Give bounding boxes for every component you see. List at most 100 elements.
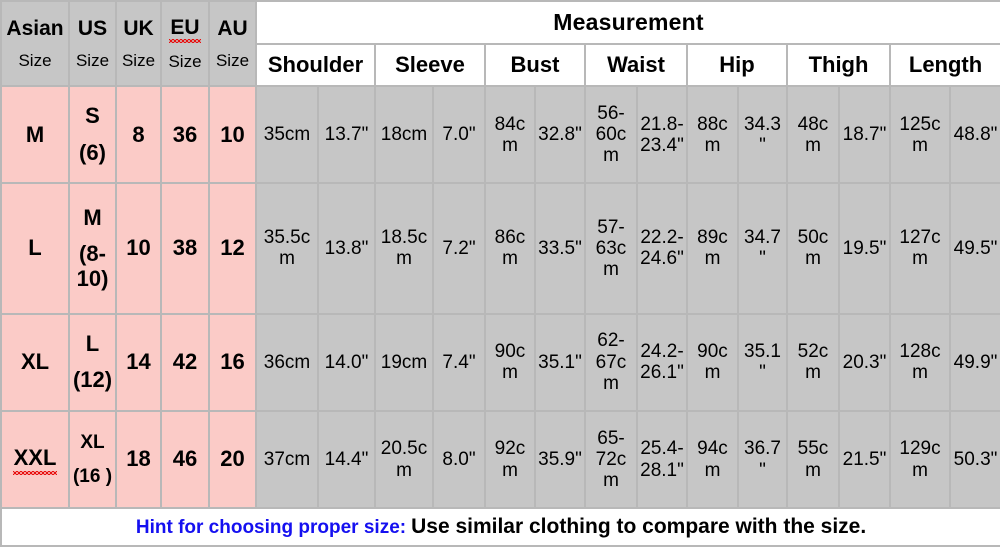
header-us-sub: Size <box>75 51 110 71</box>
header-asian-sub: Size <box>18 51 52 71</box>
cell-length-cm: 125cm <box>889 85 951 185</box>
spellcheck-underline-eu: EU <box>169 16 201 43</box>
cell-eu-size: 38 <box>160 182 210 315</box>
cell-length-in: 48.8" <box>948 85 1000 185</box>
cell-sleeve-cm: 18cm <box>374 85 434 185</box>
cell-au-size: 16 <box>208 312 257 412</box>
table-row: M S (6) 8 36 10 35cm 13.7" 18cm 7.0" 84c… <box>0 85 1000 185</box>
cell-thigh-in: 18.7" <box>838 85 891 185</box>
footer-row: Hint for choosing proper size: Use simila… <box>0 507 1000 547</box>
cell-us-size-line2: (16 ) <box>72 465 113 487</box>
header-eu-size: EU Size <box>160 0 210 88</box>
cell-waist-cm: 57-63cm <box>584 182 638 315</box>
cell-bust-in: 35.1" <box>534 312 586 412</box>
cell-us-size-line1: M <box>83 204 102 230</box>
cell-length-in: 49.9" <box>948 312 1000 412</box>
cell-length-in: 49.5" <box>948 182 1000 315</box>
cell-shoulder-cm: 35cm <box>255 85 319 185</box>
cell-thigh-cm: 48cm <box>786 85 840 185</box>
hint-banner: Hint for choosing proper size: Use simila… <box>0 507 1000 547</box>
cell-uk-size: 8 <box>115 85 162 185</box>
cell-us-size: L (12) <box>68 312 117 412</box>
cell-us-size-line1: S <box>85 103 100 129</box>
cell-thigh-cm: 55cm <box>786 409 840 510</box>
hint-label: Hint for choosing proper size: <box>135 517 407 539</box>
cell-hip-in: 34.7" <box>737 182 788 315</box>
cell-asian-size: XXL <box>0 409 70 510</box>
cell-waist-in: 24.2-26.1" <box>636 312 688 412</box>
header-uk-label: UK <box>123 16 154 40</box>
header-sleeve: Sleeve <box>374 43 486 88</box>
cell-waist-in: 22.2-24.6" <box>636 182 688 315</box>
cell-hip-in: 35.1" <box>737 312 788 412</box>
cell-hip-in: 34.3" <box>737 85 788 185</box>
cell-length-cm: 129cm <box>889 409 951 510</box>
cell-uk-size: 18 <box>115 409 162 510</box>
cell-sleeve-in: 8.0" <box>432 409 486 510</box>
cell-waist-cm: 65-72cm <box>584 409 638 510</box>
cell-length-in: 50.3" <box>948 409 1000 510</box>
cell-bust-cm: 86cm <box>484 182 536 315</box>
header-asian-size: Asian Size <box>0 0 70 88</box>
cell-asian-size: XL <box>0 312 70 412</box>
cell-bust-in: 32.8" <box>534 85 586 185</box>
cell-eu-size: 46 <box>160 409 210 510</box>
header-au-sub: Size <box>215 51 250 71</box>
cell-sleeve-in: 7.0" <box>432 85 486 185</box>
cell-au-size: 10 <box>208 85 257 185</box>
header-us-label: US <box>77 16 108 40</box>
cell-us-size-line2: (8-10) <box>76 241 109 291</box>
cell-bust-cm: 92cm <box>484 409 536 510</box>
cell-us-size-line1: XL <box>80 432 105 454</box>
cell-hip-cm: 88cm <box>686 85 739 185</box>
cell-bust-cm: 90cm <box>484 312 536 412</box>
spellcheck-underline-xxl: XXL <box>12 445 58 475</box>
cell-us-size-line2: (6) <box>79 139 106 165</box>
cell-sleeve-cm: 20.5cm <box>374 409 434 510</box>
cell-sleeve-in: 7.4" <box>432 312 486 412</box>
cell-shoulder-cm: 35.5cm <box>255 182 319 315</box>
cell-hip-cm: 94cm <box>686 409 739 510</box>
cell-us-size: XL (16 ) <box>68 409 117 510</box>
cell-shoulder-in: 14.4" <box>317 409 376 510</box>
header-row-primary: Asian Size US Size UK Size EU Size AU Si… <box>0 0 1000 88</box>
cell-thigh-cm: 52cm <box>786 312 840 412</box>
header-bust: Bust <box>484 43 586 88</box>
cell-hip-cm: 89cm <box>686 182 739 315</box>
header-hip: Hip <box>686 43 788 88</box>
cell-waist-in: 21.8-23.4" <box>636 85 688 185</box>
table-row: XXL XL (16 ) 18 46 20 37cm 14.4" 20.5cm … <box>0 409 1000 510</box>
cell-sleeve-cm: 18.5cm <box>374 182 434 315</box>
cell-us-size-line2: (12) <box>72 367 113 393</box>
cell-shoulder-cm: 36cm <box>255 312 319 412</box>
header-au-size: AU Size <box>208 0 257 88</box>
cell-bust-in: 35.9" <box>534 409 586 510</box>
header-us-size: US Size <box>68 0 117 88</box>
cell-hip-in: 36.7" <box>737 409 788 510</box>
table-row: L M (8-10) 10 38 12 35.5cm 13.8" 18.5cm … <box>0 182 1000 315</box>
header-thigh: Thigh <box>786 43 891 88</box>
cell-sleeve-cm: 19cm <box>374 312 434 412</box>
header-measurement-title: Measurement <box>254 0 1000 46</box>
cell-waist-cm: 62-67cm <box>584 312 638 412</box>
cell-eu-size: 36 <box>160 85 210 185</box>
cell-uk-size: 10 <box>115 182 162 315</box>
cell-bust-in: 33.5" <box>534 182 586 315</box>
cell-au-size: 12 <box>208 182 257 315</box>
size-chart: Asian Size US Size UK Size EU Size AU Si… <box>0 0 1000 547</box>
cell-asian-size-text: XXL <box>13 445 57 471</box>
header-uk-size: UK Size <box>115 0 162 88</box>
cell-asian-size: M <box>0 85 70 185</box>
cell-sleeve-in: 7.2" <box>432 182 486 315</box>
cell-uk-size: 14 <box>115 312 162 412</box>
cell-us-size: S (6) <box>68 85 117 185</box>
cell-waist-in: 25.4-28.1" <box>636 409 688 510</box>
header-shoulder: Shoulder <box>255 43 376 88</box>
header-asian-label: Asian <box>6 16 64 40</box>
cell-shoulder-cm: 37cm <box>255 409 319 510</box>
cell-shoulder-in: 13.7" <box>317 85 376 185</box>
cell-us-size: M (8-10) <box>68 182 117 315</box>
header-uk-sub: Size <box>121 51 156 71</box>
cell-asian-size: L <box>0 182 70 315</box>
size-chart-table: Asian Size US Size UK Size EU Size AU Si… <box>0 0 1000 547</box>
